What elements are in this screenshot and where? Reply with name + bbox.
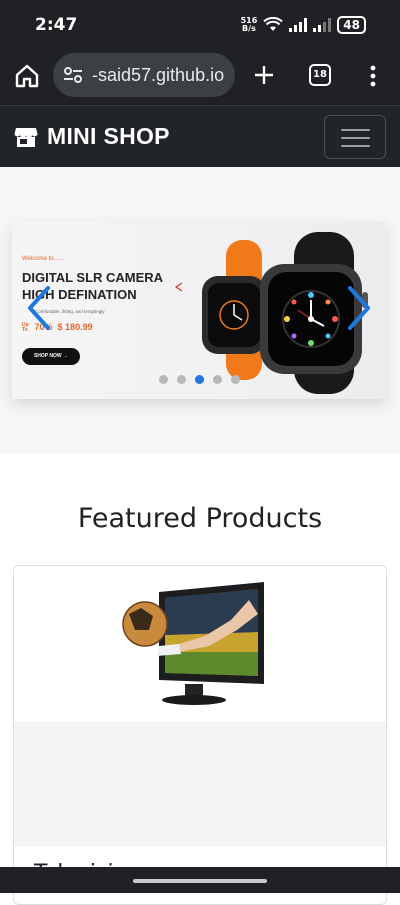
television-image xyxy=(122,582,264,705)
brand-name[interactable]: MINI SHOP xyxy=(47,123,170,150)
brand-link[interactable]: MINI SHOP xyxy=(14,123,170,150)
new-tab-icon[interactable] xyxy=(252,63,276,87)
home-icon[interactable] xyxy=(14,63,40,89)
carousel-indicator-dot[interactable] xyxy=(213,375,222,384)
hero-section: Welcome to...... DIGITAL SLR CAMERA HIGH… xyxy=(0,167,400,453)
price-label: $ 180.99 xyxy=(57,322,93,332)
carousel-prev-icon[interactable] xyxy=(24,284,54,332)
carousel-indicator-dot[interactable] xyxy=(195,375,204,384)
hero-carousel: Welcome to...... DIGITAL SLR CAMERA HIGH… xyxy=(12,222,386,399)
hamburger-line xyxy=(341,129,370,131)
home-handle[interactable] xyxy=(133,879,267,883)
card-body-area xyxy=(14,722,386,846)
network-speed: 516 B/s xyxy=(240,16,258,33)
gesture-navigation-bar xyxy=(0,867,400,893)
carousel-indicator-dot[interactable] xyxy=(159,375,168,384)
battery-indicator: 48 xyxy=(337,16,366,34)
tab-switcher-button[interactable]: 18 xyxy=(309,64,331,86)
carousel-indicators xyxy=(159,375,240,384)
product-card[interactable]: Television xyxy=(13,565,387,905)
wifi-icon xyxy=(263,17,283,31)
product-image[interactable] xyxy=(14,566,386,722)
carousel-indicator-dot[interactable] xyxy=(231,375,240,384)
more-menu-icon[interactable] xyxy=(366,64,380,88)
store-icon xyxy=(14,127,38,147)
shop-now-button[interactable]: SHOP NOW → xyxy=(22,348,80,365)
site-navbar: MINI SHOP xyxy=(0,105,400,167)
navbar-toggler-button[interactable] xyxy=(324,115,386,159)
section-heading: Featured Products xyxy=(77,503,323,534)
browser-toolbar: -said57.github.io 18 xyxy=(0,48,400,105)
triangle-decoration-icon xyxy=(174,282,183,292)
status-bar: 2:47 516 B/s 48 xyxy=(0,0,400,48)
slide-kicker: Welcome to...... xyxy=(22,256,64,262)
carousel-indicator-dot[interactable] xyxy=(177,375,186,384)
status-time: 2:47 xyxy=(35,15,78,35)
status-icons: 516 B/s 48 xyxy=(241,15,366,35)
site-settings-icon[interactable] xyxy=(62,64,84,86)
hamburger-line xyxy=(341,137,370,139)
hamburger-line xyxy=(341,145,370,147)
url-text[interactable]: -said57.github.io xyxy=(92,65,224,86)
address-bar[interactable]: -said57.github.io xyxy=(53,53,235,97)
carousel-next-icon[interactable] xyxy=(344,284,374,332)
signal-icon-2 xyxy=(313,18,332,32)
signal-icon xyxy=(289,18,308,32)
